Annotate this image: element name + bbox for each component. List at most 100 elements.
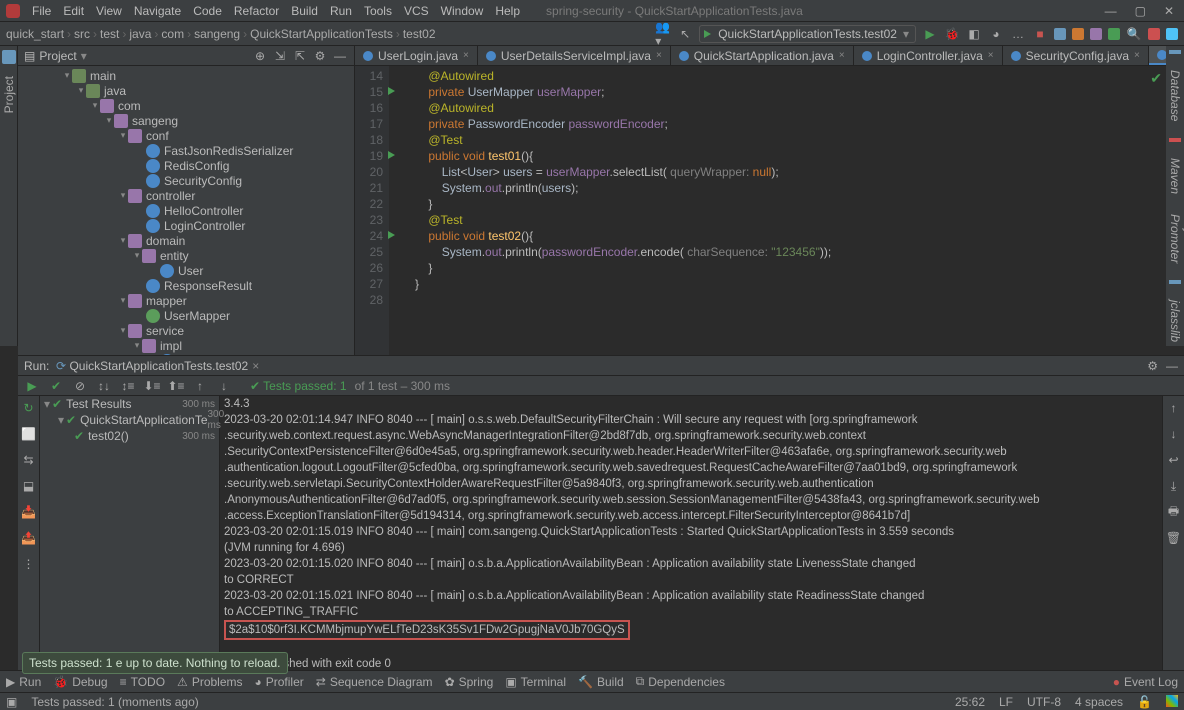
close-icon[interactable]: ✕	[1164, 4, 1174, 18]
close-tab-icon[interactable]: ×	[252, 359, 259, 373]
stop-icon[interactable]: ■	[1032, 26, 1048, 42]
editor-tab[interactable]: LoginController.java×	[854, 46, 1003, 65]
test-tree-item[interactable]: ▾✔Test Results300 ms	[40, 396, 219, 412]
maximize-icon[interactable]: ▢	[1135, 4, 1146, 18]
run-gutter-icon[interactable]	[388, 231, 395, 239]
next-icon[interactable]: ↓	[216, 378, 232, 394]
test-tree[interactable]: ▾✔Test Results300 ms▾✔QuickStartApplicat…	[40, 396, 220, 680]
tool-square-icon[interactable]	[1072, 28, 1084, 40]
search-everywhere-icon[interactable]: 🔍	[1126, 26, 1142, 42]
jclasslib-tab[interactable]: jclasslib	[1168, 296, 1182, 346]
close-tab-icon[interactable]: ×	[988, 50, 994, 61]
tree-item[interactable]: User	[18, 263, 354, 278]
scroll-bottom-icon[interactable]: ↓	[1166, 426, 1182, 442]
close-tab-icon[interactable]: ×	[463, 50, 469, 61]
breadcrumb-item[interactable]: QuickStartApplicationTests	[250, 27, 393, 41]
tree-item[interactable]: ▾sangeng	[18, 113, 354, 128]
bottom-tab-build[interactable]: 🔨Build	[578, 675, 624, 689]
breadcrumb-item[interactable]: src	[74, 27, 90, 41]
menu-run[interactable]: Run	[324, 4, 358, 18]
more-icon[interactable]: ⋮	[21, 556, 37, 572]
tree-item[interactable]: ▾impl	[18, 338, 354, 353]
tree-item[interactable]: ▾com	[18, 98, 354, 113]
tree-item[interactable]: ▾main	[18, 68, 354, 83]
soft-wrap-icon[interactable]: ↩	[1166, 452, 1182, 468]
menu-file[interactable]: File	[26, 4, 57, 18]
stop-test-icon[interactable]: ⬜	[21, 426, 37, 442]
run-icon[interactable]: ▶	[922, 26, 938, 42]
menu-navigate[interactable]: Navigate	[128, 4, 187, 18]
import-icon[interactable]: 📥	[21, 504, 37, 520]
menu-build[interactable]: Build	[285, 4, 324, 18]
code-editor[interactable]: 141516171819202122232425262728 @Autowire…	[355, 66, 1166, 355]
menu-window[interactable]: Window	[435, 4, 490, 18]
tree-item[interactable]: ▾domain	[18, 233, 354, 248]
export-icon[interactable]: 📤	[21, 530, 37, 546]
gear-icon[interactable]: ⚙	[312, 48, 328, 64]
close-tab-icon[interactable]: ×	[1134, 50, 1140, 61]
readonly-icon[interactable]: 🔓	[1137, 695, 1152, 709]
test-tree-item[interactable]: ✔test02()300 ms	[40, 428, 219, 444]
tool-square-icon[interactable]	[1108, 28, 1120, 40]
collapse-icon[interactable]: ⬆≡	[168, 378, 184, 394]
search-icon[interactable]: ↖	[677, 26, 693, 42]
profile-icon[interactable]: ◕	[988, 26, 1004, 42]
tree-item[interactable]: ▾mapper	[18, 293, 354, 308]
database-tool-icon[interactable]	[1169, 50, 1181, 54]
tool-square-icon[interactable]	[1090, 28, 1102, 40]
editor-tab[interactable]: UserDetailsServiceImpl.java×	[478, 46, 671, 65]
scroll-top-icon[interactable]: ↑	[1166, 400, 1182, 416]
tree-item[interactable]: ▾conf	[18, 128, 354, 143]
indent-setting[interactable]: 4 spaces	[1075, 695, 1123, 709]
toggle-icon[interactable]: ⇆	[21, 452, 37, 468]
tool-square-icon[interactable]	[1054, 28, 1066, 40]
breadcrumb-item[interactable]: java	[129, 27, 151, 41]
tree-item[interactable]: RedisConfig	[18, 158, 354, 173]
sort-icon[interactable]: ↕↓	[96, 378, 112, 394]
close-tab-icon[interactable]: ×	[656, 50, 662, 61]
editor-tab[interactable]: SecurityConfig.java×	[1003, 46, 1149, 65]
caret-position[interactable]: 25:62	[955, 695, 985, 709]
project-tool-tab[interactable]: Project	[2, 70, 16, 119]
bottom-tab-profiler[interactable]: ◕Profiler	[255, 675, 304, 689]
console-output[interactable]: 3.4.32023-03-20 02:01:14.947 INFO 8040 -…	[220, 396, 1162, 680]
breadcrumb-item[interactable]: sangeng	[194, 27, 240, 41]
breadcrumb-item[interactable]: com	[161, 27, 184, 41]
rerun-icon[interactable]: ▶	[24, 378, 40, 394]
run-settings-icon[interactable]: ⚙	[1147, 359, 1158, 373]
menu-tools[interactable]: Tools	[358, 4, 398, 18]
editor-tab[interactable]: QuickStartApplication.java×	[671, 46, 854, 65]
collapse-all-icon[interactable]: ⇱	[292, 48, 308, 64]
menu-vcs[interactable]: VCS	[398, 4, 435, 18]
tree-item[interactable]: FastJsonRedisSerializer	[18, 143, 354, 158]
database-tool-tab[interactable]: Database	[1168, 66, 1182, 125]
project-header-label[interactable]: Project	[39, 49, 76, 63]
maven-tool-icon[interactable]	[1169, 138, 1181, 142]
tool-square-icon[interactable]	[1166, 28, 1178, 40]
run-hide-icon[interactable]: —	[1166, 359, 1178, 373]
editor-tab[interactable]: QuickStartApplicationTests.java×	[1149, 46, 1166, 65]
project-tree[interactable]: ▾main▾java▾com▾sangeng▾confFastJsonRedis…	[18, 66, 354, 355]
project-tool-icon[interactable]	[2, 50, 16, 64]
sort-alpha-icon[interactable]: ↕≡	[120, 378, 136, 394]
bottom-tab-problems[interactable]: ⚠Problems	[177, 675, 242, 689]
file-encoding[interactable]: UTF-8	[1027, 695, 1061, 709]
tree-item[interactable]: UserMapper	[18, 308, 354, 323]
event-log-tab[interactable]: ●Event Log	[1113, 675, 1178, 689]
print-icon[interactable]: 🖶	[1166, 504, 1182, 520]
show-ignored-icon[interactable]: ⊘	[72, 378, 88, 394]
project-header-icon[interactable]: ▤	[24, 49, 35, 63]
clear-icon[interactable]: 🗑	[1166, 530, 1182, 546]
rerun-icon[interactable]: ↻	[21, 400, 37, 416]
expand-icon[interactable]: ⬇≡	[144, 378, 160, 394]
breadcrumb-item[interactable]: test	[100, 27, 119, 41]
editor-tab[interactable]: UserLogin.java×	[355, 46, 478, 65]
bottom-tab-sequence-diagram[interactable]: ⇄Sequence Diagram	[316, 675, 433, 689]
show-passed-icon[interactable]: ✔	[48, 378, 64, 394]
run-config-selector[interactable]: QuickStartApplicationTests.test02 ▾	[699, 25, 916, 43]
menu-edit[interactable]: Edit	[57, 4, 90, 18]
debug-icon[interactable]: 🐞	[944, 26, 960, 42]
tree-item[interactable]: SecurityConfig	[18, 173, 354, 188]
coverage-icon[interactable]: ◧	[966, 26, 982, 42]
jclasslib-tool-icon[interactable]	[1169, 280, 1181, 284]
